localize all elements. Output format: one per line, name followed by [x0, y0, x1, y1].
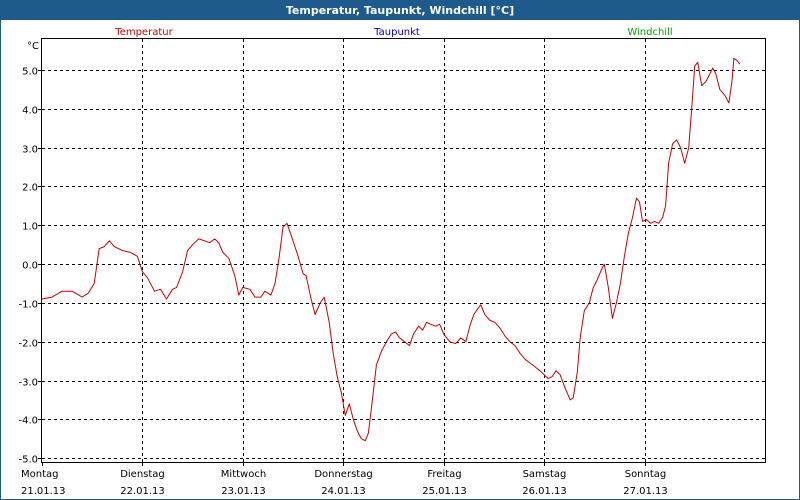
x-tick-day: Samstag [523, 469, 567, 480]
legend-taupunkt: Taupunkt [373, 27, 420, 38]
x-axis-tick-labels: Montag 21.01.13 Dienstag 22.01.13 Mittwoch 23… [21, 469, 668, 497]
y-tick-label: -5.0 [18, 455, 38, 466]
y-tick-label: -2.0 [18, 339, 38, 350]
y-tick-label: 3.0 [22, 145, 38, 156]
x-tick-day: Sonntag [625, 469, 667, 480]
x-tick-date: 26.01.13 [522, 486, 567, 497]
x-tick-day: Montag [21, 469, 58, 480]
x-tick-date: 25.01.13 [422, 486, 467, 497]
y-tick-label: -4.0 [18, 416, 38, 427]
y-axis-tick-labels: -5.0 -4.0 -3.0 -2.0 -1.0 0.0 1.0 2.0 3.0 4.0 5.0 [18, 67, 38, 466]
y-tick-label: 2.0 [22, 183, 38, 194]
x-tick-date: 24.01.13 [321, 486, 366, 497]
x-tick-date: 23.01.13 [221, 486, 266, 497]
x-tick-day: Freitag [427, 469, 461, 480]
x-tick-date: 21.01.13 [21, 486, 66, 497]
y-tick-label: 5.0 [22, 67, 38, 78]
y-tick-label: -1.0 [18, 300, 38, 311]
legend-temperatur: Temperatur [114, 27, 173, 38]
chart-window: Temperatur, Taupunkt, Windchill [°C] -5.… [0, 0, 800, 500]
x-tick-day: Dienstag [120, 469, 165, 480]
x-tick-day: Mittwoch [221, 469, 266, 480]
y-tick-label: 0.0 [22, 261, 38, 272]
y-axis-label: °C [27, 41, 39, 52]
plot-area [41, 38, 766, 463]
x-tick-date: 22.01.13 [120, 486, 165, 497]
x-tick-date: 27.01.13 [623, 486, 668, 497]
legend: Temperatur Taupunkt Windchill [114, 27, 672, 38]
y-tick-label: 1.0 [22, 222, 38, 233]
legend-windchill: Windchill [627, 27, 672, 38]
temperature-chart: -5.0 -4.0 -3.0 -2.0 -1.0 0.0 1.0 2.0 3.0 4.0 5.0 M… [18, 27, 766, 497]
y-tick-label: 4.0 [22, 106, 38, 117]
x-tick-day: Donnerstag [314, 469, 372, 480]
y-tick-label: -3.0 [18, 378, 38, 389]
